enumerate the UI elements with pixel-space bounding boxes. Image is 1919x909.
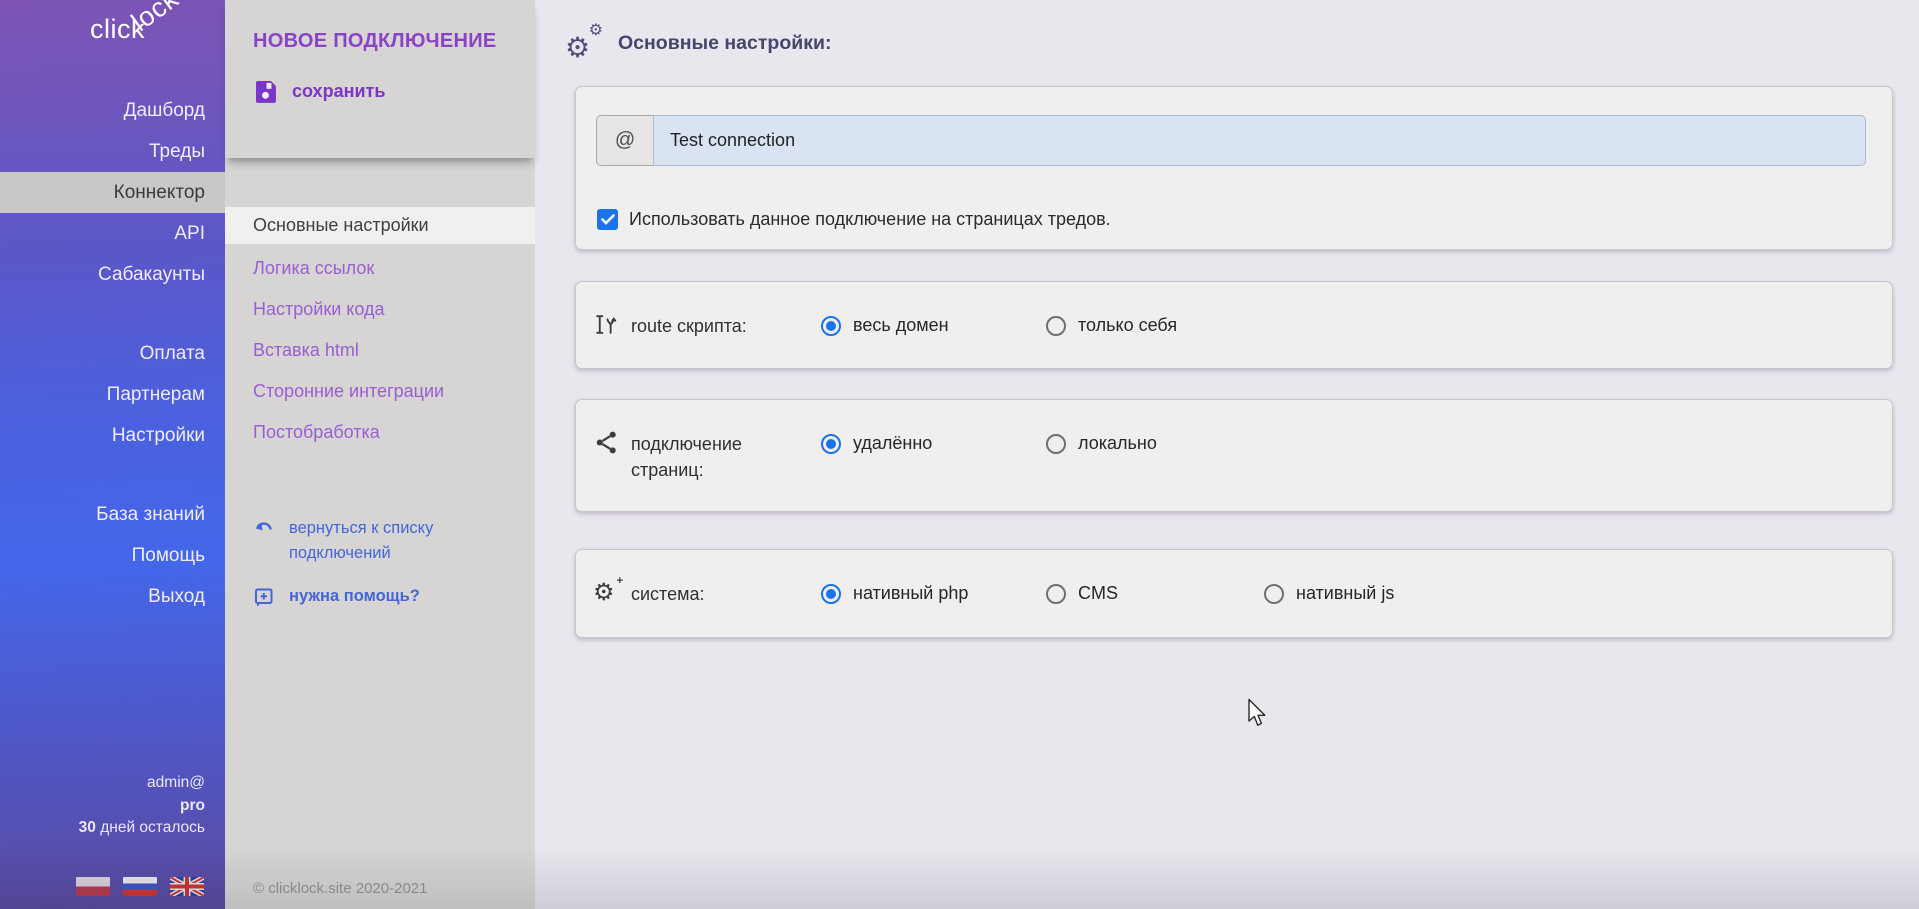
sidebar-item-knowledge-base[interactable]: База знаний <box>0 494 225 535</box>
radio-unchecked-icon[interactable] <box>1264 584 1284 604</box>
system-setting-label-row: ⚙ + система: <box>593 579 783 607</box>
share-icon <box>593 429 620 456</box>
need-help-link[interactable]: нужна помощь? <box>253 584 454 609</box>
gear-big-icon: ⚙ <box>565 34 590 62</box>
panel-menu-item-integrations[interactable]: Сторонние интеграции <box>225 371 535 412</box>
radio-label: только себя <box>1078 315 1177 336</box>
gears-icon: ⚙ ⚙ <box>565 25 603 61</box>
connection-name-card: @ Использовать данное подключение на стр… <box>575 86 1893 250</box>
pages-card: подключение страниц: удалённо локально <box>575 399 1893 512</box>
main-header: ⚙ ⚙ Основные настройки: <box>565 25 831 61</box>
account-days-left: 30 дней осталось <box>79 817 205 840</box>
pages-setting-label: подключение страниц: <box>631 429 783 483</box>
radio-option-only-self[interactable]: только себя <box>1046 315 1177 336</box>
sidebar-item-payment[interactable]: Оплата <box>0 333 225 374</box>
radio-label: удалённо <box>853 433 932 454</box>
radio-label: CMS <box>1078 583 1118 604</box>
gear-glyph: ⚙ <box>593 579 615 606</box>
pages-setting-label-row: подключение страниц: <box>593 429 783 483</box>
route-setting-label: route скрипта: <box>631 311 783 339</box>
days-number: 30 <box>79 819 96 836</box>
checkbox-label: Использовать данное подключение на стран… <box>629 209 1111 230</box>
radio-checked-icon[interactable] <box>821 584 841 604</box>
sidebar-item-subaccounts[interactable]: Сабакаунты <box>0 254 225 295</box>
panel-menu-item-basic-settings[interactable]: Основные настройки <box>225 207 535 244</box>
sidebar-gap <box>0 456 225 494</box>
radio-checked-icon[interactable] <box>821 434 841 454</box>
save-button-label: сохранить <box>292 81 385 102</box>
back-link-label: вернуться к списку подключений <box>289 516 454 566</box>
radio-option-whole-domain[interactable]: весь домен <box>821 315 949 336</box>
save-floppy-icon <box>253 78 279 104</box>
undo-arrow-icon <box>253 516 275 537</box>
panel-links: вернуться к списку подключений нужна пом… <box>253 516 454 609</box>
route-card: route скрипта: весь домен только себя <box>575 281 1893 369</box>
sidebar-item-logout[interactable]: Выход <box>0 576 225 617</box>
radio-label: локально <box>1078 433 1157 454</box>
sidebar-item-api[interactable]: API <box>0 213 225 254</box>
add-comment-icon <box>253 586 275 608</box>
radio-option-native-php[interactable]: нативный php <box>821 583 968 604</box>
sidebar-nav: Дашборд Треды Коннектор API Сабакаунты О… <box>0 0 225 617</box>
back-to-connections-link[interactable]: вернуться к списку подключений <box>253 516 454 566</box>
gear-small-icon: ⚙ <box>589 23 603 39</box>
help-link-label: нужна помощь? <box>289 584 420 609</box>
russia-flag-icon[interactable] <box>123 877 157 896</box>
sidebar-gap <box>0 295 225 333</box>
system-card: ⚙ + система: нативный php CMS нативный j… <box>575 549 1893 638</box>
radio-option-local[interactable]: локально <box>1046 433 1157 454</box>
checkbox-checked-icon[interactable] <box>597 209 618 230</box>
gear-plus-icon: ⚙ + <box>593 579 620 606</box>
poland-flag-icon[interactable] <box>76 877 110 896</box>
language-switcher <box>76 877 204 896</box>
route-setting-label-row: route скрипта: <box>593 311 783 339</box>
radio-option-native-js[interactable]: нативный js <box>1264 583 1394 604</box>
radio-label: весь домен <box>853 315 949 336</box>
system-setting-label: система: <box>631 579 783 607</box>
panel-menu-item-postprocessing[interactable]: Постобработка <box>225 412 535 453</box>
route-icon <box>593 311 620 338</box>
radio-label: нативный php <box>853 583 968 604</box>
use-on-threads-option[interactable]: Использовать данное подключение на стран… <box>597 209 1111 230</box>
at-symbol-prefix: @ <box>596 115 653 166</box>
sidebar: clicklock Дашборд Треды Коннектор API Са… <box>0 0 225 909</box>
sidebar-item-connector[interactable]: Коннектор <box>0 172 225 213</box>
sidebar-item-dashboard[interactable]: Дашборд <box>0 90 225 131</box>
sidebar-item-help[interactable]: Помощь <box>0 535 225 576</box>
radio-option-cms[interactable]: CMS <box>1046 583 1118 604</box>
panel-menu-item-html-insert[interactable]: Вставка html <box>225 330 535 371</box>
page-title: Основные настройки: <box>618 32 831 55</box>
panel-menu-item-code-settings[interactable]: Настройки кода <box>225 289 535 330</box>
copyright-text: © clicklock.site 2020-2021 <box>253 880 427 897</box>
panel-title: НОВОЕ ПОДКЛЮЧЕНИЕ <box>225 0 535 53</box>
radio-unchecked-icon[interactable] <box>1046 316 1066 336</box>
account-info: admin@ pro 30 дней осталось <box>79 772 205 840</box>
plus-glyph: + <box>617 575 623 587</box>
save-button[interactable]: сохранить <box>253 78 385 104</box>
radio-label: нативный js <box>1296 583 1394 604</box>
radio-unchecked-icon[interactable] <box>1046 584 1066 604</box>
radio-checked-icon[interactable] <box>821 316 841 336</box>
app-root: clicklock Дашборд Треды Коннектор API Са… <box>0 0 1919 909</box>
sidebar-item-settings[interactable]: Настройки <box>0 415 225 456</box>
uk-flag-icon[interactable] <box>170 877 204 896</box>
days-text: дней осталось <box>96 819 205 836</box>
radio-unchecked-icon[interactable] <box>1046 434 1066 454</box>
sidebar-item-partners[interactable]: Партнерам <box>0 374 225 415</box>
sidebar-item-threads[interactable]: Треды <box>0 131 225 172</box>
radio-option-remote[interactable]: удалённо <box>821 433 932 454</box>
clicklock-logo[interactable]: clicklock <box>90 14 195 45</box>
panel-header: НОВОЕ ПОДКЛЮЧЕНИЕ сохранить <box>225 0 535 158</box>
main-content: ⚙ ⚙ Основные настройки: @ Использовать д… <box>535 0 1919 909</box>
account-plan: pro <box>79 795 205 818</box>
account-email: admin@ <box>79 772 205 795</box>
connection-name-input[interactable] <box>653 115 1866 166</box>
panel-menu-item-link-logic[interactable]: Логика ссылок <box>225 248 535 289</box>
connection-name-input-group: @ <box>596 115 1866 166</box>
connection-panel: НОВОЕ ПОДКЛЮЧЕНИЕ сохранить Основные нас… <box>225 0 535 909</box>
panel-menu: Основные настройки Логика ссылок Настрой… <box>225 207 535 453</box>
